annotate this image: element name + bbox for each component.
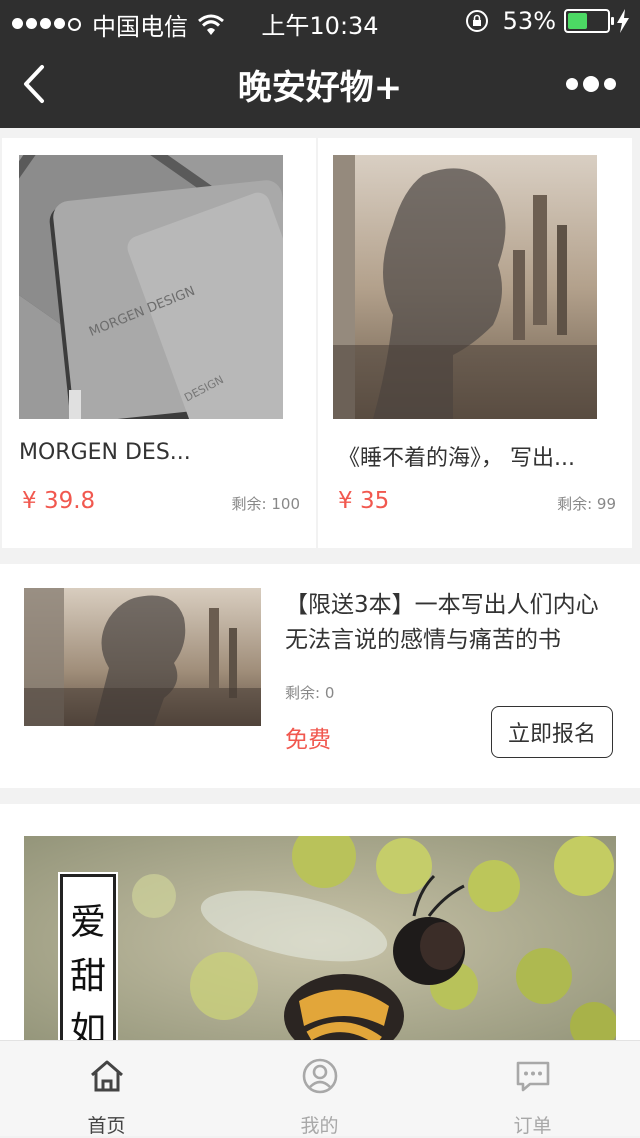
banner-char: 爱 [69, 902, 106, 943]
more-dots-icon[interactable] [566, 72, 616, 96]
product-price: ¥ 35 [338, 488, 390, 514]
product-card[interactable]: MORGEN DESIGN DESIGN MORGEN DES... ¥ 39.… [2, 138, 316, 548]
banner-char: 甜 [69, 956, 106, 997]
nav-bar: 晚安好物+ [0, 40, 640, 128]
product-grid: MORGEN DESIGN DESIGN MORGEN DES... ¥ 39.… [0, 138, 640, 548]
battery-fill [568, 13, 587, 29]
tab-orders[interactable]: 订单 [426, 1041, 639, 1137]
featured-title[interactable]: 【限送3本】一本写出人们内心无法言说的感情与痛苦的书 [285, 588, 620, 658]
banner-card[interactable]: 爱 甜 如 [0, 804, 640, 1046]
tab-profile[interactable]: 我的 [213, 1041, 426, 1137]
status-bar: 中国电信 上午10:34 53% [0, 0, 640, 41]
product-name[interactable]: 《睡不着的海》， 写出... [338, 440, 618, 472]
home-icon [91, 1060, 123, 1092]
tab-label: 我的 [300, 1115, 339, 1137]
user-icon [302, 1058, 338, 1094]
product-stock: 剩余: 99 [557, 495, 616, 513]
featured-item[interactable]: 【限送3本】一本写出人们内心无法言说的感情与痛苦的书 剩余: 0 免费 立即报名 [0, 564, 640, 788]
product-card[interactable]: 《睡不着的海》， 写出... ¥ 35 剩余: 99 [318, 138, 632, 548]
battery-percent: 53% [502, 7, 556, 35]
message-icon [516, 1061, 550, 1092]
banner-image[interactable]: 爱 甜 如 [24, 836, 616, 1046]
charging-bolt-icon [617, 9, 629, 33]
tab-home[interactable]: 首页 [0, 1041, 213, 1137]
product-price: ¥ 39.8 [22, 488, 96, 514]
signup-button[interactable]: 立即报名 [491, 706, 613, 758]
banner-vertical-text: 爱 甜 如 [58, 872, 118, 1046]
product-image-book-cover[interactable] [333, 155, 597, 419]
tab-label: 订单 [513, 1115, 552, 1137]
rotation-lock-icon [465, 10, 488, 32]
featured-stock: 剩余: 0 [285, 684, 335, 702]
product-name[interactable]: MORGEN DES... [19, 440, 299, 465]
tab-bar: 首页 我的 订单 [0, 1040, 640, 1137]
product-stock: 剩余: 100 [231, 495, 300, 513]
page-title: 晚安好物+ [237, 68, 403, 108]
battery-icon [564, 9, 614, 33]
tab-label: 首页 [87, 1115, 126, 1137]
featured-image[interactable] [24, 588, 261, 726]
featured-price: 免费 [285, 727, 331, 753]
product-image-notebooks[interactable]: MORGEN DESIGN DESIGN [19, 155, 283, 419]
